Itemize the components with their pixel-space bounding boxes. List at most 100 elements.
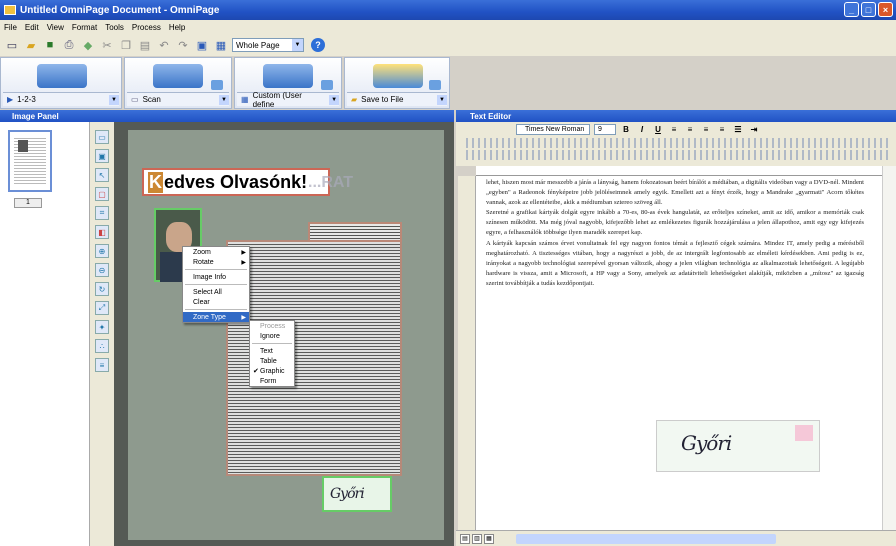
export-select[interactable]: ▰ Save to File ▼ bbox=[347, 92, 447, 106]
help-icon[interactable]: ? bbox=[311, 38, 325, 52]
ocr-icon bbox=[263, 64, 313, 88]
recognized-text[interactable]: lehet, hiszen most már messzebb a járás … bbox=[486, 178, 864, 289]
zoom-select[interactable]: Whole Page ▼ bbox=[232, 38, 304, 52]
true-page-button[interactable]: ▦ bbox=[484, 533, 494, 544]
zoom-value: Whole Page bbox=[236, 40, 280, 50]
bullets-icon[interactable]: ☰ bbox=[732, 124, 744, 135]
graphic-marker bbox=[795, 425, 813, 441]
scroll-thumb[interactable] bbox=[516, 533, 776, 544]
view-page-icon[interactable]: ▣ bbox=[194, 37, 210, 53]
bold-button[interactable]: B bbox=[620, 124, 632, 135]
sub-table[interactable]: Table bbox=[250, 356, 294, 366]
zoom-out-icon[interactable]: ⊖ bbox=[95, 263, 109, 277]
sub-form-label: Form bbox=[260, 377, 277, 385]
menu-tools[interactable]: Tools bbox=[105, 23, 124, 32]
redo-icon[interactable]: ↷ bbox=[175, 37, 191, 53]
page-view-button[interactable]: ▤ bbox=[460, 533, 470, 544]
page-thumbnail[interactable] bbox=[8, 130, 52, 192]
background-text: ...RAT bbox=[308, 174, 354, 191]
vertical-scrollbar[interactable] bbox=[882, 166, 896, 530]
text-zone-small[interactable] bbox=[308, 222, 402, 242]
ctx-clear[interactable]: Clear bbox=[183, 297, 249, 307]
ctx-zoom[interactable]: Zoom ▶ bbox=[183, 247, 249, 257]
signature-zone[interactable]: Győri bbox=[322, 476, 392, 512]
document-page[interactable]: lehet, hiszen most már messzebb a járás … bbox=[476, 176, 882, 530]
signature-graphic[interactable]: Győri bbox=[656, 420, 820, 472]
submenu-arrow-icon: ▶ bbox=[241, 249, 246, 256]
align-right-icon[interactable]: ≡ bbox=[700, 124, 712, 135]
export-settings-icon[interactable] bbox=[429, 80, 441, 90]
new-document-icon[interactable]: ▭ bbox=[4, 37, 20, 53]
standard-toolbar: ▭ ▰ ■ ⎙ ◆ ✂ ❐ ▤ ↶ ↷ ▣ ▦ Whole Page ▼ ? bbox=[0, 34, 896, 56]
zoom-in-icon[interactable]: ⊕ bbox=[95, 244, 109, 258]
indent-icon[interactable]: ⇥ bbox=[748, 124, 760, 135]
sub-ignore[interactable]: Ignore bbox=[250, 331, 294, 341]
workflow-step-2[interactable]: ▭ Scan ▼ bbox=[124, 57, 232, 109]
save-icon[interactable]: ■ bbox=[42, 37, 58, 53]
crop-icon[interactable]: ⌗ bbox=[95, 206, 109, 220]
scanner-settings-icon[interactable] bbox=[211, 80, 223, 90]
despeckle-icon[interactable]: ∴ bbox=[95, 339, 109, 353]
align-center-icon[interactable]: ≡ bbox=[684, 124, 696, 135]
font-size-select[interactable]: 9 bbox=[594, 123, 616, 135]
deskew-icon[interactable]: ⤢ bbox=[95, 301, 109, 315]
special-characters-toolbar[interactable] bbox=[462, 138, 888, 148]
sub-graphic[interactable]: ✔ Graphic bbox=[250, 366, 294, 376]
italic-button[interactable]: I bbox=[636, 124, 648, 135]
menu-view[interactable]: View bbox=[47, 23, 64, 32]
menu-separator bbox=[185, 309, 247, 310]
ctx-zone-type[interactable]: Zone Type ▶ bbox=[183, 312, 249, 322]
open-folder-icon[interactable]: ▰ bbox=[23, 37, 39, 53]
text-editor-title-text: Text Editor bbox=[470, 111, 512, 121]
menu-help[interactable]: Help bbox=[169, 23, 185, 32]
maximize-button[interactable]: □ bbox=[861, 2, 876, 17]
vertical-ruler[interactable] bbox=[458, 176, 476, 530]
sub-form[interactable]: Form bbox=[250, 376, 294, 386]
ctx-rotate[interactable]: Rotate ▶ bbox=[183, 257, 249, 267]
paste-icon[interactable]: ▤ bbox=[137, 37, 153, 53]
zone-view-icon[interactable]: ▣ bbox=[95, 149, 109, 163]
cut-icon[interactable]: ✂ bbox=[99, 37, 115, 53]
workflow-step-3[interactable]: ▦ Custom (User define ▼ bbox=[234, 57, 342, 109]
ctx-select-all-label: Select All bbox=[193, 288, 222, 296]
sub-text[interactable]: Text bbox=[250, 346, 294, 356]
menu-process[interactable]: Process bbox=[132, 23, 161, 32]
ctx-select-all[interactable]: Select All bbox=[183, 287, 249, 297]
print-icon[interactable]: ⎙ bbox=[61, 37, 77, 53]
close-button[interactable]: × bbox=[878, 2, 893, 17]
acquire-select[interactable]: ▭ Scan ▼ bbox=[127, 92, 229, 106]
align-left-icon[interactable]: ≡ bbox=[668, 124, 680, 135]
ctx-image-info[interactable]: Image Info bbox=[183, 272, 249, 282]
workflow-select[interactable]: ▶ 1-2-3 ▼ bbox=[3, 92, 119, 106]
flow-view-button[interactable]: ▥ bbox=[472, 533, 482, 544]
view-text-icon[interactable]: ▦ bbox=[213, 37, 229, 53]
ocr-settings-icon[interactable] bbox=[321, 80, 333, 90]
minimize-button[interactable]: _ bbox=[844, 2, 859, 17]
draw-zone-icon[interactable]: ▢ bbox=[95, 187, 109, 201]
font-select[interactable]: Times New Roman bbox=[516, 123, 590, 135]
workflow-step-4[interactable]: ▰ Save to File ▼ bbox=[344, 57, 450, 109]
menu-edit[interactable]: Edit bbox=[25, 23, 39, 32]
order-icon[interactable]: ≡ bbox=[95, 358, 109, 372]
format-toolbar: Times New Roman 9 B I U ≡ ≡ ≡ ≡ ☰ ⇥ bbox=[456, 122, 896, 136]
sub-process[interactable]: Process bbox=[250, 321, 294, 331]
proofing-toolbar[interactable] bbox=[462, 150, 888, 160]
enhance-icon[interactable]: ✦ bbox=[95, 320, 109, 334]
pointer-icon[interactable]: ↖ bbox=[95, 168, 109, 182]
page-view-icon[interactable]: ▭ bbox=[95, 130, 109, 144]
menu-file[interactable]: File bbox=[4, 23, 17, 32]
underline-button[interactable]: U bbox=[652, 124, 664, 135]
scan-icon[interactable]: ◆ bbox=[80, 37, 96, 53]
justify-icon[interactable]: ≡ bbox=[716, 124, 728, 135]
chevron-down-icon: ▼ bbox=[437, 94, 447, 105]
headline-zone[interactable]: K edves Olvasónk! bbox=[142, 168, 330, 196]
rotate-icon[interactable]: ↻ bbox=[95, 282, 109, 296]
zone-properties-icon[interactable]: ◧ bbox=[95, 225, 109, 239]
horizontal-ruler[interactable] bbox=[476, 166, 882, 176]
undo-icon[interactable]: ↶ bbox=[156, 37, 172, 53]
horizontal-scrollbar[interactable]: ▤ ▥ ▦ bbox=[456, 530, 896, 546]
workflow-step-1[interactable]: ▶ 1-2-3 ▼ bbox=[0, 57, 122, 109]
menu-format[interactable]: Format bbox=[72, 23, 97, 32]
layout-select[interactable]: ▦ Custom (User define ▼ bbox=[237, 91, 339, 109]
copy-icon[interactable]: ❐ bbox=[118, 37, 134, 53]
